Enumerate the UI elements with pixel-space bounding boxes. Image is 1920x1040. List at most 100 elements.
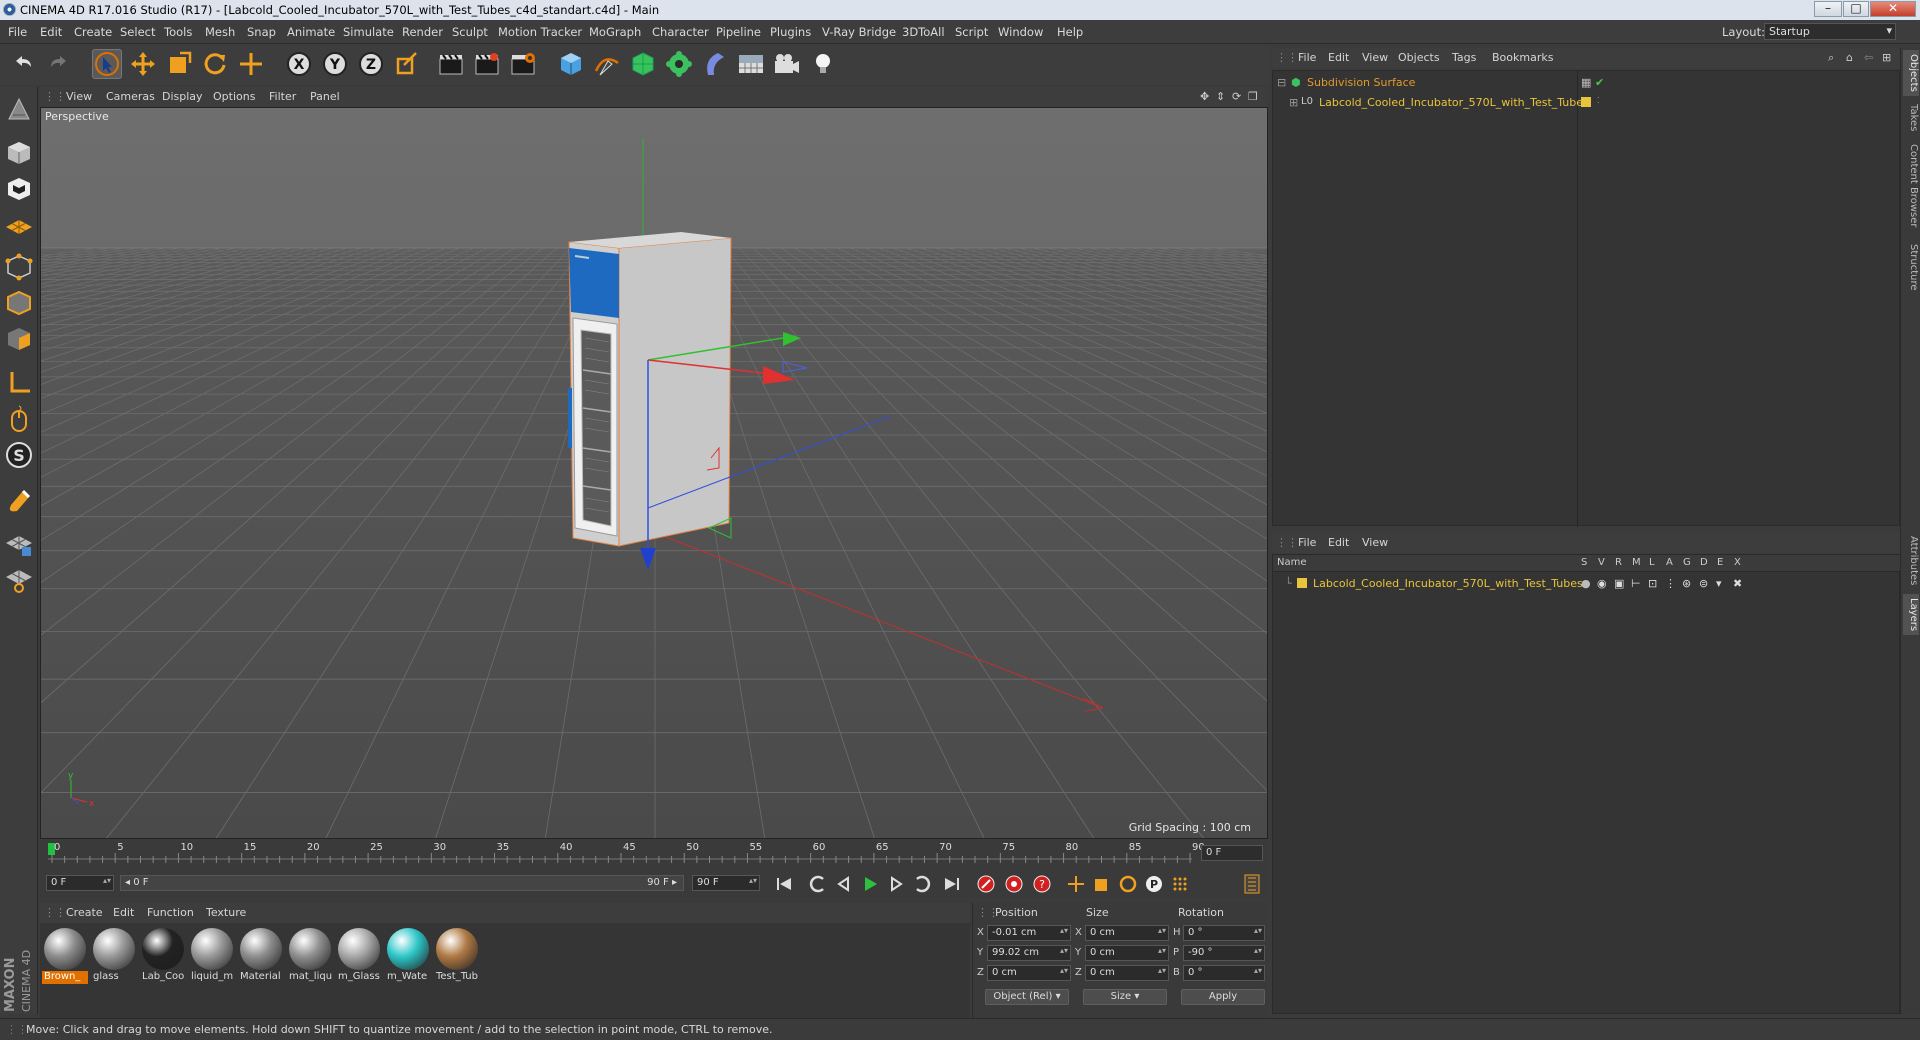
key-pla-button[interactable] — [1168, 873, 1192, 895]
search-icon[interactable]: ⌕ — [1828, 51, 1834, 65]
camera-button[interactable] — [772, 49, 802, 79]
menu-render[interactable]: Render — [402, 25, 443, 39]
position-z-field[interactable]: 0 cm ▴▾ — [987, 965, 1071, 981]
y-axis-lock-button[interactable]: Y — [320, 49, 350, 79]
minimize-button[interactable]: – — [1814, 1, 1842, 17]
xref-icon[interactable]: ✖ — [1733, 577, 1742, 590]
layer-col-manager[interactable]: M — [1632, 557, 1641, 568]
timeline-ruler[interactable]: 0 5 10 15 20 25 30 35 40 45 50 55 60 65 70 75 80 85 90 0 F — [40, 841, 1268, 869]
key-position-button[interactable] — [1064, 873, 1088, 895]
menu-mesh[interactable]: Mesh — [205, 25, 235, 39]
play-forward-button[interactable] — [858, 873, 882, 895]
tweak-mode-button[interactable] — [3, 403, 35, 435]
current-frame-field[interactable]: 0 F — [1201, 845, 1263, 861]
layer-col-render[interactable]: R — [1615, 557, 1622, 568]
points-mode-button[interactable] — [3, 251, 35, 283]
back-icon[interactable]: ⇦ — [1864, 51, 1873, 64]
menu-animate[interactable]: Animate — [287, 25, 335, 39]
layer-col-animation[interactable]: A — [1666, 557, 1673, 568]
layer-col-expressions[interactable]: E — [1717, 557, 1723, 568]
object-menu-edit[interactable]: Edit — [1328, 51, 1349, 64]
material-swatch[interactable]: m_Glass — [336, 926, 382, 986]
make-editable-button[interactable] — [3, 93, 35, 125]
material-swatch[interactable]: Brown_ — [42, 926, 88, 986]
floor-environment-button[interactable] — [736, 49, 766, 79]
render-settings-button[interactable] — [508, 49, 538, 79]
menu-character[interactable]: Character — [652, 25, 709, 39]
menu-tools[interactable]: Tools — [164, 25, 192, 39]
preview-range-slider[interactable]: ◂ 0 F 90 F ▸ — [120, 875, 684, 891]
object-menu-objects[interactable]: Objects — [1398, 51, 1440, 64]
layer-col-solo[interactable]: S — [1581, 557, 1587, 568]
layout-dropdown[interactable]: Startup ▾ — [1764, 23, 1896, 40]
menu-edit[interactable]: Edit — [40, 25, 62, 39]
tab-content-browser[interactable]: Content Browser — [1903, 140, 1919, 231]
light-button[interactable] — [808, 49, 838, 79]
render-picture-viewer-button[interactable] — [472, 49, 502, 79]
render-clapper-icon[interactable]: ▣ — [1614, 577, 1624, 590]
menu-window[interactable]: Window — [998, 25, 1043, 39]
tab-layers[interactable]: Layers — [1903, 594, 1919, 636]
coordinate-mode-dropdown[interactable]: Object (Rel) ▾ — [985, 989, 1069, 1005]
expression-icon[interactable]: ▾ — [1716, 577, 1722, 590]
next-keyframe-button[interactable] — [910, 873, 934, 895]
key-rotation-button[interactable] — [1116, 873, 1140, 895]
viewport-menu-view[interactable]: View — [66, 90, 92, 103]
subdivision-surface-button[interactable] — [628, 49, 658, 79]
render-view-button[interactable] — [436, 49, 466, 79]
workplane-lock-button[interactable] — [3, 527, 35, 559]
new-window-icon[interactable]: ⊞ — [1882, 51, 1891, 64]
lock-icon[interactable]: ⊡ — [1648, 577, 1657, 590]
edges-mode-button[interactable] — [3, 287, 35, 319]
incubator-model[interactable] — [568, 232, 732, 547]
model-mode-button[interactable] — [3, 137, 35, 169]
menu-mograph[interactable]: MoGraph — [589, 25, 641, 39]
planar-workplane-button[interactable] — [3, 563, 35, 595]
layer-col-deformers[interactable]: D — [1700, 557, 1708, 568]
object-menu-tags[interactable]: Tags — [1452, 51, 1476, 64]
deformer-button[interactable] — [700, 49, 730, 79]
viewport-maximize-icon[interactable]: ❐ — [1248, 90, 1258, 103]
record-active-objects-button[interactable] — [974, 873, 998, 895]
enabled-check-icon[interactable]: ✔ — [1595, 76, 1604, 89]
live-selection-button[interactable] — [92, 49, 122, 79]
snap-button[interactable]: S — [3, 439, 35, 471]
viewport-menu-display[interactable]: Display — [162, 90, 203, 103]
rotation-p-field[interactable]: -90 ° ▴▾ — [1183, 945, 1265, 961]
object-menu-bookmarks[interactable]: Bookmarks — [1492, 51, 1553, 64]
layer-col-locked[interactable]: L — [1649, 557, 1655, 568]
viewport-menu-filter[interactable]: Filter — [269, 90, 296, 103]
layer-color-swatch[interactable] — [1297, 578, 1307, 588]
menu-help[interactable]: Help — [1057, 25, 1083, 39]
menu-pipeline[interactable]: Pipeline — [716, 25, 761, 39]
next-frame-button[interactable] — [884, 873, 908, 895]
previous-frame-button[interactable] — [832, 873, 856, 895]
manager-tree-icon[interactable]: ⊢ — [1631, 577, 1641, 590]
start-frame-field[interactable]: 0 F ▴▾ — [46, 875, 114, 891]
layer-row-incubator[interactable]: └ Labcold_Cooled_Incubator_570L_with_Tes… — [1273, 574, 1901, 592]
redo-button[interactable] — [44, 49, 74, 79]
axis-mode-button[interactable] — [3, 367, 35, 399]
go-to-end-button[interactable] — [940, 873, 964, 895]
menu-3dtoall[interactable]: 3DToAll — [902, 25, 945, 39]
expand-toggle-icon[interactable]: ⊞ — [1289, 96, 1298, 109]
editor-visibility-icon[interactable]: ▦ — [1581, 76, 1591, 89]
material-swatch[interactable]: Material — [238, 926, 284, 986]
perspective-viewport[interactable]: y x Perspective Grid Spacing : 100 cm — [40, 107, 1268, 839]
keyframe-selection-button[interactable]: ? — [1030, 873, 1054, 895]
viewport-pan-icon[interactable]: ✥ — [1200, 90, 1209, 103]
magnet-button[interactable] — [3, 483, 35, 515]
layer-col-generators[interactable]: G — [1683, 557, 1691, 568]
key-scale-button[interactable] — [1090, 873, 1114, 895]
size-z-field[interactable]: 0 cm ▴▾ — [1085, 965, 1169, 981]
polygons-mode-button[interactable] — [3, 323, 35, 355]
cloner-button[interactable] — [664, 49, 694, 79]
viewport-zoom-icon[interactable]: ⇕ — [1216, 90, 1225, 103]
material-menu-edit[interactable]: Edit — [113, 906, 134, 919]
layer-col-name[interactable]: Name — [1277, 557, 1307, 568]
menu-script[interactable]: Script — [955, 25, 988, 39]
material-swatch[interactable]: m_Wate — [385, 926, 431, 986]
eye-icon[interactable]: ◉ — [1597, 577, 1607, 590]
deformer-icon[interactable]: ⊜ — [1699, 577, 1708, 590]
x-axis-lock-button[interactable]: X — [284, 49, 314, 79]
